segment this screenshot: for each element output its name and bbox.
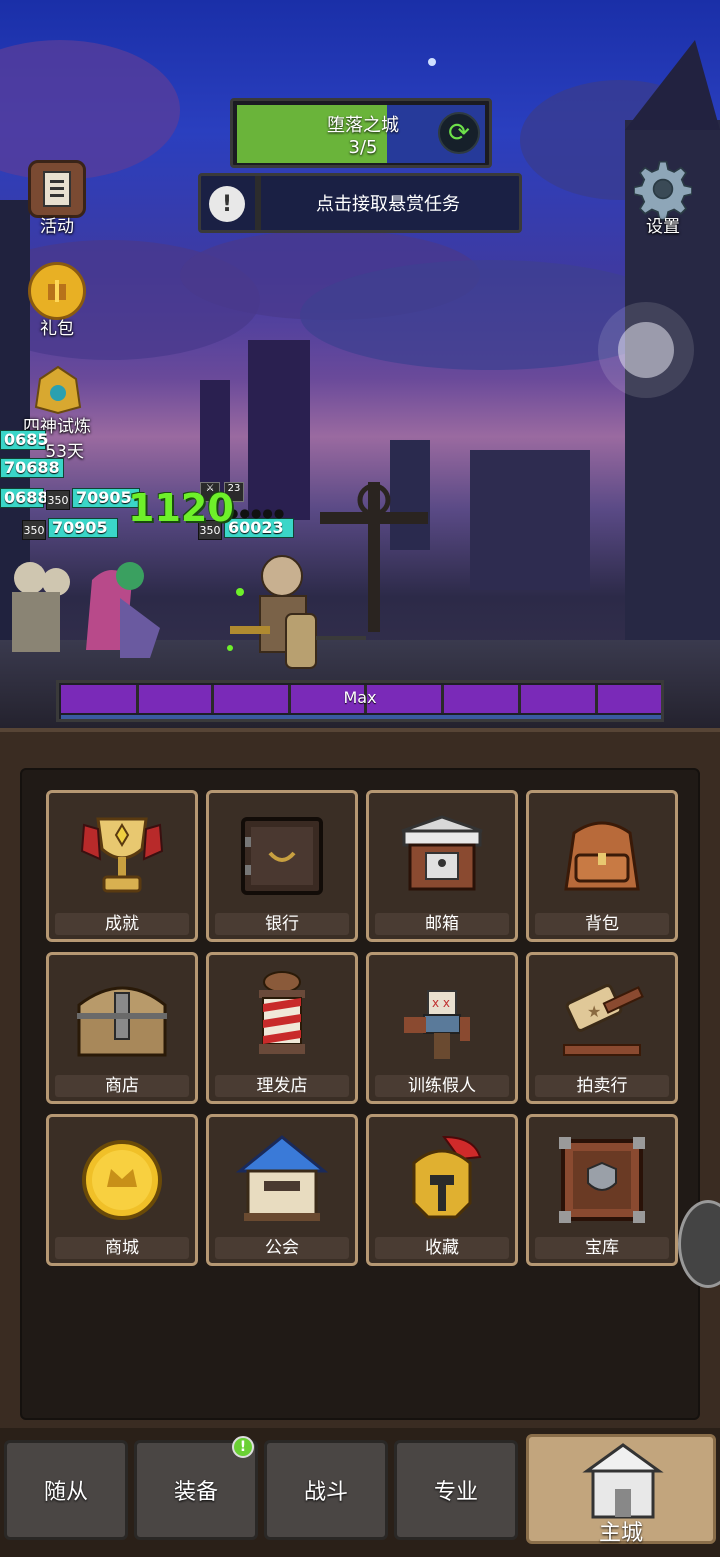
auction-label: 拍卖行 [535,1075,669,1097]
nav-followers[interactable]: 随从 [4,1440,128,1540]
equipment-alert-badge: ! [232,1436,254,1458]
event-button[interactable]: 活动 [12,160,102,237]
energy-bar: Max [56,680,664,722]
nav-main-city-label: 主城 [598,1521,643,1546]
hero-hp-bar: 60023 [224,518,294,538]
guild-house-icon [233,1131,331,1229]
settings-label: 设置 [646,217,680,237]
backpack-label: 背包 [535,913,669,935]
bounty-quest-bar[interactable]: ! 点击接取悬赏任务 [198,173,522,233]
moon [428,58,436,66]
settings-button[interactable]: 设置 [618,160,708,237]
energy-max-label: Max [343,688,377,707]
barber-pole-icon [233,969,331,1067]
building-grid: 成就 银行 邮箱 背包 商店 理发店 x x 训练假人 ★ 拍卖行 商城 公会 … [20,768,700,1420]
mailbox-label: 邮箱 [375,913,509,935]
treasury-label: 宝库 [535,1237,669,1259]
treasury-crate-icon [553,1131,651,1229]
backpack-tile[interactable]: 背包 [526,790,678,942]
shop-tile[interactable]: 商店 [46,952,198,1104]
svg-text:★: ★ [587,1002,601,1021]
battle-scene: 堕落之城 3/5 ⟳ ! 点击接取悬赏任务 活动 礼包 四神试炼 53天 设置 … [0,0,720,728]
enemy-hp-bar: 0688 [0,488,49,508]
gift-label: 礼包 [40,319,74,339]
buildings-right [470,450,590,590]
enemy-hp-bar: 70905 [48,518,118,538]
hero-character [227,555,366,669]
chest-icon [73,969,171,1067]
golden-helm-icon [28,360,86,418]
spartan-helmet-icon [393,1131,491,1229]
level-badge: 350 [46,490,70,510]
collection-tile[interactable]: 收藏 [366,1114,518,1266]
level-badge: 350 [22,520,46,540]
auction-tile[interactable]: ★ 拍卖行 [526,952,678,1104]
shop-label: 商店 [55,1075,189,1097]
crown-coin-icon [73,1131,171,1229]
gavel-icon: ★ [553,969,651,1067]
castle-icon [582,1443,664,1519]
barber-label: 理发店 [215,1075,349,1097]
nav-profession[interactable]: 专业 [394,1440,518,1540]
enemy-hp-bar: 0685 [0,430,49,450]
achievement-tile[interactable]: 成就 [46,790,198,942]
trophy-icon [73,807,171,905]
tower-roof [625,40,720,130]
tower-center [248,340,310,520]
gear-icon [634,160,692,221]
main-city-panel: 成就 银行 邮箱 背包 商店 理发店 x x 训练假人 ★ 拍卖行 商城 公会 … [0,728,720,1428]
virtual-joystick[interactable] [598,302,694,398]
event-board-icon [28,160,86,218]
gift-coin-icon [28,262,86,320]
collection-label: 收藏 [375,1237,509,1259]
barber-tile[interactable]: 理发店 [206,952,358,1104]
mailbox-icon [393,807,491,905]
joystick-knob[interactable] [618,322,674,378]
vault-icon [233,807,331,905]
guild-tile[interactable]: 公会 [206,1114,358,1266]
guild-label: 公会 [215,1237,349,1259]
training-dummy-label: 训练假人 [375,1075,509,1097]
treasury-tile[interactable]: 宝库 [526,1114,678,1266]
exclamation-icon: ! [209,186,245,222]
mall-tile[interactable]: 商城 [46,1114,198,1266]
refresh-cycle-icon[interactable]: ⟳ [438,112,480,154]
nav-main-city[interactable]: 主城 [526,1434,716,1546]
training-dummy-tile[interactable]: x x 训练假人 [366,952,518,1104]
quest-text: 点击接取悬赏任务 [316,194,460,215]
bottom-nav: 随从 装备 战斗 专业 主城 [0,1428,720,1557]
cloud [0,40,180,180]
backpack-icon [553,807,651,905]
mall-label: 商城 [55,1237,189,1259]
bank-label: 银行 [215,913,349,935]
nav-battle[interactable]: 战斗 [264,1440,388,1540]
event-label: 活动 [40,217,74,237]
combo-dots: ●●●●● [228,506,286,520]
mailbox-tile[interactable]: 邮箱 [366,790,518,942]
achievement-label: 成就 [55,913,189,935]
svg-text:x x: x x [432,996,450,1010]
enemy-hp-bar: 70688 [0,458,64,478]
bank-tile[interactable]: 银行 [206,790,358,942]
damage-number: 1120 [128,486,234,530]
gift-pack-button[interactable]: 礼包 [12,262,102,339]
enemy-group [12,562,160,658]
training-dummy-icon: x x [393,969,491,1067]
